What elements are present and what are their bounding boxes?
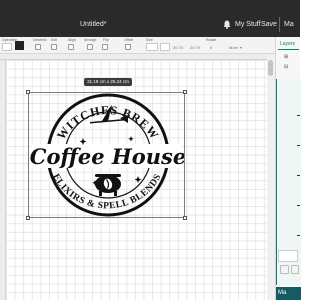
more-menu[interactable]: More: [229, 45, 238, 50]
my-stuff-link[interactable]: My Stuff: [235, 21, 261, 28]
document-title: Untitled*: [80, 21, 107, 28]
edit-icon[interactable]: [51, 44, 57, 50]
resize-handle-bottom-left[interactable]: [26, 216, 30, 220]
tab-underline: [278, 49, 299, 50]
color-swatch[interactable]: [15, 41, 24, 50]
title-bar: Untitled* My Stuff Save Ma: [0, 0, 300, 37]
deselect-label: Deselect: [33, 38, 47, 42]
offset-icon[interactable]: [125, 44, 131, 50]
layer-line: [297, 115, 300, 116]
height-value: 20.79: [190, 45, 201, 50]
width-value: 20.79: [173, 45, 184, 50]
machine-menu[interactable]: Ma: [284, 21, 294, 28]
layer-selected-indicator: [276, 79, 277, 285]
lock-field[interactable]: [160, 43, 170, 51]
layers-panel: Layers ⊞ ⊟ Ma: [275, 37, 301, 300]
selection-box[interactable]: [28, 92, 185, 218]
resize-handle-top-right[interactable]: [183, 90, 187, 94]
resize-handle-bottom-right[interactable]: [183, 216, 187, 220]
ungroup-icon[interactable]: ⊟: [284, 65, 290, 70]
size-label: Size: [146, 38, 153, 42]
rotate-label: Rotate: [206, 38, 217, 42]
title-divider: [279, 17, 280, 32]
flip-label: Flip: [103, 38, 109, 42]
offset-label: Offset: [124, 38, 134, 42]
align-icon[interactable]: [68, 44, 74, 50]
layer-line: [297, 145, 300, 146]
edit-label: Edit: [51, 38, 58, 42]
save-button[interactable]: Save: [261, 21, 277, 28]
layer-line: [297, 235, 300, 236]
operation-select[interactable]: [2, 43, 12, 51]
blank-canvas-layer[interactable]: [278, 250, 298, 262]
layer-line: [297, 175, 300, 176]
layer-line: [297, 205, 300, 206]
vertical-scrollbar[interactable]: [267, 54, 275, 300]
slice-icon[interactable]: [280, 265, 289, 274]
arrange-icon[interactable]: [87, 44, 93, 50]
dimension-badge: 31.18 cm x 25.24 cm: [84, 78, 132, 86]
arrange-label: Arrange: [84, 38, 97, 42]
rotate-value: 0: [210, 45, 213, 50]
deselect-icon[interactable]: [35, 44, 41, 50]
group-icon[interactable]: ⊞: [284, 55, 290, 60]
scrollbar-thumb[interactable]: [268, 60, 273, 76]
flip-icon[interactable]: [102, 44, 108, 50]
bell-icon[interactable]: [223, 20, 231, 29]
align-label: Align: [68, 38, 76, 42]
width-field[interactable]: [146, 43, 158, 51]
combine-icon[interactable]: [291, 265, 299, 274]
resize-handle-top-left[interactable]: [26, 90, 30, 94]
more-chevron-icon[interactable]: ▾: [240, 45, 242, 50]
edit-toolbar: Operation Deselect Edit Align Arrange Fl…: [0, 37, 275, 54]
make-it-button[interactable]: Ma: [276, 287, 301, 300]
tab-layers[interactable]: Layers: [280, 41, 295, 47]
